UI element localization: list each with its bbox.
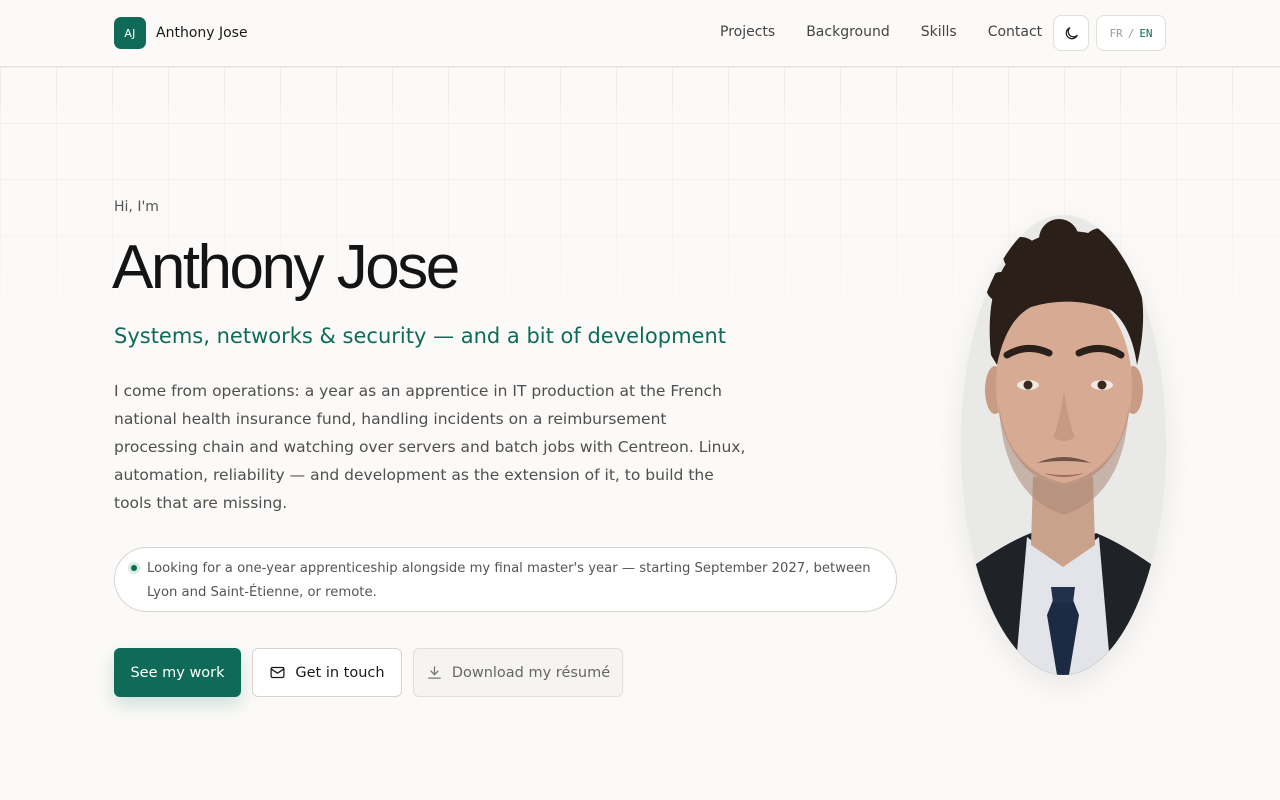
nav-skills[interactable]: Skills [921,24,957,40]
main-nav: Projects Background Skills Contact [720,24,1073,40]
hero-intro: I come from operations: a year as an app… [114,382,746,512]
lang-en: EN [1139,26,1153,40]
get-in-touch-label: Get in touch [295,664,385,681]
greeting: Hi, I'm [114,199,159,215]
brand-link[interactable]: AJ Anthony Jose [114,17,248,49]
nav-background[interactable]: Background [806,24,890,40]
nav-projects[interactable]: Projects [720,24,775,40]
download-resume-button[interactable]: Download my résumé [413,648,623,697]
profile-photo [961,215,1166,675]
hero-tagline: Systems, networks & security — and a bit… [114,324,726,348]
get-in-touch-button[interactable]: Get in touch [252,648,402,697]
availability-badge: Looking for a one-year apprenticeship al… [114,547,897,612]
moon-icon [1065,26,1078,39]
brand-name: Anthony Jose [156,25,248,41]
mail-icon [269,664,286,681]
lang-fr: FR [1109,26,1123,40]
nav-contact[interactable]: Contact [988,24,1042,40]
see-my-work-label: See my work [130,664,225,681]
download-resume-label: Download my résumé [451,664,611,681]
status-dot-icon [128,562,140,574]
download-icon [426,664,443,681]
brand-logo: AJ [114,17,146,49]
see-my-work-button[interactable]: See my work [114,648,241,697]
language-switch-button[interactable]: FR / EN [1096,15,1166,51]
availability-text: Looking for a one-year apprenticeship al… [147,561,871,600]
hero-name: Anthony Jose [112,233,460,302]
site-header: AJ Anthony Jose Projects Background Skil… [0,0,1280,67]
theme-toggle-button[interactable] [1053,15,1089,51]
lang-separator: / [1127,26,1135,40]
